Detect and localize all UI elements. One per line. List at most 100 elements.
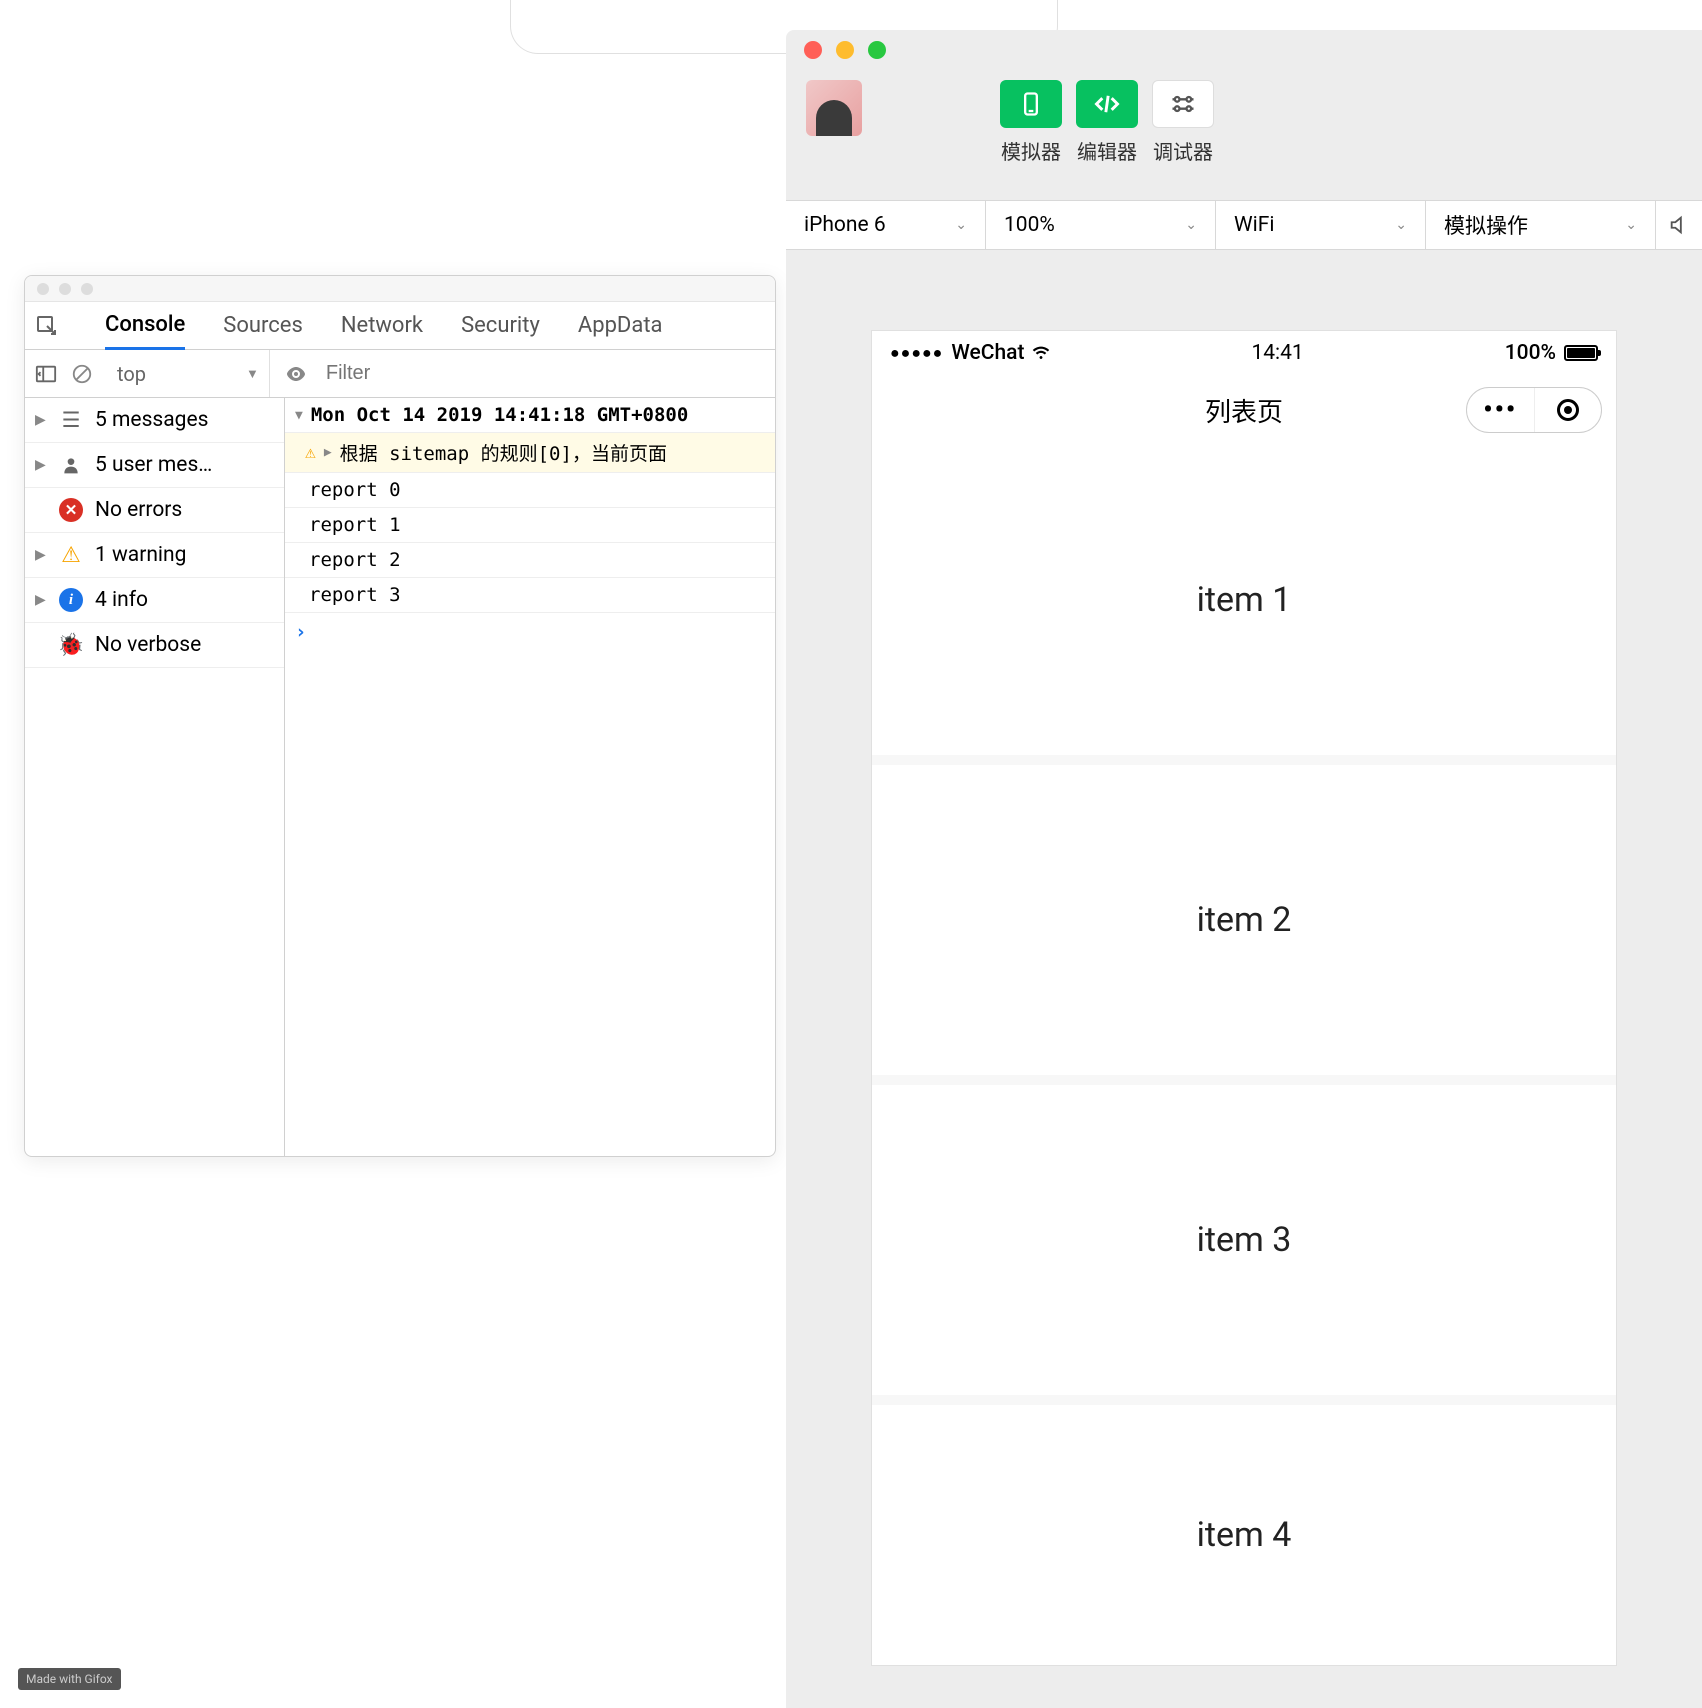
wifi-icon <box>1032 344 1050 362</box>
clear-console-icon[interactable] <box>71 363 93 385</box>
window-close-button[interactable] <box>804 41 822 59</box>
caret-icon: ▶ <box>324 445 332 460</box>
bug-icon: 🐞 <box>59 633 83 657</box>
warning-icon: ⚠ <box>59 543 83 567</box>
inspect-element-icon[interactable] <box>35 314 59 338</box>
watermark-text: Made with Gifox <box>26 1672 113 1686</box>
signal-dots-icon: ●●●●● <box>890 343 943 363</box>
list-area[interactable]: item 1 item 2 item 3 item 4 <box>872 445 1616 1665</box>
sidebar-warnings[interactable]: ▶ ⚠ 1 warning <box>25 533 284 578</box>
ide-selectors: iPhone 6 ⌄ 100% ⌄ WiFi ⌄ 模拟操作 ⌄ <box>786 200 1702 250</box>
status-bar: ●●●●● WeChat 14:41 100% <box>872 331 1616 375</box>
tab-network[interactable]: Network <box>341 303 423 348</box>
panel-toggle-icon[interactable] <box>35 363 57 385</box>
operation-selector[interactable]: 模拟操作 ⌄ <box>1426 201 1656 249</box>
tab-appdata[interactable]: AppData <box>578 303 663 348</box>
caret-icon: ▶ <box>35 412 47 428</box>
console-prompt[interactable]: › <box>285 613 775 651</box>
window-minimize-button[interactable] <box>836 41 854 59</box>
console-log-row[interactable]: report 2 <box>285 543 775 578</box>
sound-button[interactable] <box>1656 201 1702 249</box>
list-item[interactable]: item 4 <box>872 1405 1616 1665</box>
window-close-inactive[interactable] <box>37 283 49 295</box>
nav-bar: 列表页 ••• <box>872 375 1616 445</box>
simulator-button[interactable] <box>1000 80 1062 128</box>
zoom-label: 100% <box>1004 213 1055 237</box>
list-item[interactable]: item 3 <box>872 1085 1616 1395</box>
carrier-label: WeChat <box>951 341 1024 365</box>
console-log-text: report 0 <box>309 479 401 501</box>
watermark: Made with Gifox <box>18 1668 121 1690</box>
console-toolbar: top ▼ <box>25 350 775 398</box>
ide-window: 模拟器 编辑器 调试器 iPhone 6 ⌄ 100% ⌄ <box>786 30 1702 1708</box>
chevron-down-icon: ⌄ <box>1625 217 1637 233</box>
editor-button[interactable] <box>1076 80 1138 128</box>
sidebar-user-messages[interactable]: ▶ 5 user mes… <box>25 443 284 488</box>
debugger-button[interactable] <box>1152 80 1214 128</box>
sidebar-warnings-label: 1 warning <box>95 543 186 567</box>
tab-security[interactable]: Security <box>461 303 540 348</box>
caret-icon: ▶ <box>35 592 47 608</box>
sidebar-info-label: 4 info <box>95 588 148 612</box>
devtools-window: Console Sources Network Security AppData… <box>24 275 776 1157</box>
list-item[interactable]: item 2 <box>872 765 1616 1075</box>
error-icon: ✕ <box>59 498 83 522</box>
user-icon <box>59 453 83 477</box>
battery-icon <box>1564 345 1598 361</box>
avatar[interactable] <box>806 80 862 136</box>
capsule-close-button[interactable] <box>1535 388 1602 432</box>
window-zoom-inactive[interactable] <box>81 283 93 295</box>
simulator-container: ●●●●● WeChat 14:41 100% 列表页 ••• item 1 <box>786 250 1702 1666</box>
console-warning-row[interactable]: ⚠ ▶ 根据 sitemap 的规则[0]，当前页面 <box>285 433 775 473</box>
sidebar-user-label: 5 user mes… <box>95 453 212 477</box>
nav-title: 列表页 <box>1205 392 1283 429</box>
status-time: 14:41 <box>1251 341 1303 365</box>
sidebar-errors[interactable]: ✕ No errors <box>25 488 284 533</box>
console-timestamp-row[interactable]: ▼ Mon Oct 14 2019 14:41:18 GMT+0800 <box>285 398 775 433</box>
sidebar-messages-label: 5 messages <box>95 408 208 432</box>
list-icon: ☰ <box>59 408 83 432</box>
filter-input[interactable] <box>322 358 522 389</box>
sidebar-verbose[interactable]: 🐞 No verbose <box>25 623 284 668</box>
sidebar-messages[interactable]: ▶ ☰ 5 messages <box>25 398 284 443</box>
device-selector[interactable]: iPhone 6 ⌄ <box>786 201 986 249</box>
battery-percent: 100% <box>1505 341 1556 365</box>
warning-icon: ⚠ <box>305 442 316 463</box>
operation-label: 模拟操作 <box>1444 210 1528 240</box>
chevron-down-icon: ⌄ <box>1395 217 1407 233</box>
context-label: top <box>117 362 146 386</box>
network-selector[interactable]: WiFi ⌄ <box>1216 201 1426 249</box>
window-zoom-button[interactable] <box>868 41 886 59</box>
console-sidebar: ▶ ☰ 5 messages ▶ 5 user mes… ✕ No errors… <box>25 398 285 1156</box>
sidebar-info[interactable]: ▶ i 4 info <box>25 578 284 623</box>
console-output: ▼ Mon Oct 14 2019 14:41:18 GMT+0800 ⚠ ▶ … <box>285 398 775 1156</box>
tab-console[interactable]: Console <box>105 302 185 350</box>
capsule-menu: ••• <box>1466 387 1602 433</box>
tab-sources[interactable]: Sources <box>223 303 303 348</box>
devtools-tab-bar: Console Sources Network Security AppData <box>25 302 775 350</box>
devtools-titlebar <box>25 276 775 302</box>
chevron-down-icon: ▼ <box>246 366 259 382</box>
list-item[interactable]: item 1 <box>872 445 1616 755</box>
console-log-row[interactable]: report 3 <box>285 578 775 613</box>
chevron-down-icon: ⌄ <box>1185 217 1197 233</box>
live-expression-icon[interactable] <box>284 362 308 386</box>
zoom-selector[interactable]: 100% ⌄ <box>986 201 1216 249</box>
console-log-text: report 1 <box>309 514 401 536</box>
console-log-row[interactable]: report 1 <box>285 508 775 543</box>
console-log-text: report 3 <box>309 584 401 606</box>
debugger-label: 调试器 <box>1153 136 1213 165</box>
network-label: WiFi <box>1234 213 1274 237</box>
simulator-screen: ●●●●● WeChat 14:41 100% 列表页 ••• item 1 <box>871 330 1617 1666</box>
ide-titlebar <box>786 30 1702 70</box>
info-icon: i <box>59 588 83 612</box>
device-label: iPhone 6 <box>804 213 886 237</box>
caret-down-icon: ▼ <box>295 408 303 423</box>
context-selector[interactable]: top ▼ <box>107 350 270 397</box>
sidebar-errors-label: No errors <box>95 498 182 522</box>
capsule-more-button[interactable]: ••• <box>1467 388 1535 432</box>
target-icon <box>1557 399 1579 421</box>
console-log-row[interactable]: report 0 <box>285 473 775 508</box>
sidebar-verbose-label: No verbose <box>95 633 201 657</box>
window-minimize-inactive[interactable] <box>59 283 71 295</box>
